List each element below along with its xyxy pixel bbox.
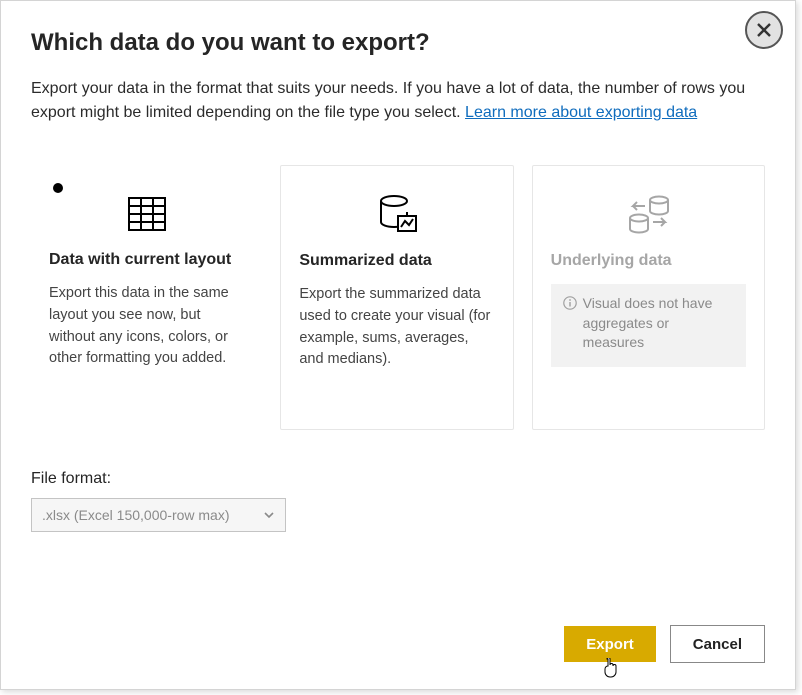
file-format-section: File format: .xlsx (Excel 150,000-row ma… — [31, 470, 765, 532]
db-chart-icon — [299, 186, 494, 244]
dialog-title: Which data do you want to export? — [31, 29, 765, 57]
card-title: Data with current layout — [49, 251, 244, 269]
info-icon — [563, 296, 577, 310]
card-title: Underlying data — [551, 252, 746, 270]
table-icon — [49, 185, 244, 243]
dialog-footer: Export Cancel — [564, 625, 765, 663]
file-format-select[interactable]: .xlsx (Excel 150,000-row max) — [31, 498, 286, 532]
chevron-down-icon — [263, 509, 275, 521]
file-format-value: .xlsx (Excel 150,000-row max) — [42, 507, 230, 523]
option-card-summarized[interactable]: Summarized data Export the summarized da… — [280, 165, 513, 430]
cancel-button[interactable]: Cancel — [670, 625, 765, 663]
dialog-description: Export your data in the format that suit… — [31, 77, 765, 125]
cancel-button-label: Cancel — [693, 636, 742, 653]
option-cards: Data with current layout Export this dat… — [31, 165, 765, 430]
card-body: Export this data in the same layout you … — [49, 283, 244, 370]
file-format-label: File format: — [31, 470, 765, 488]
export-data-dialog: Which data do you want to export? Export… — [0, 0, 796, 690]
export-button-label: Export — [586, 636, 634, 653]
close-icon — [756, 22, 772, 38]
close-button[interactable] — [745, 11, 783, 49]
option-card-current-layout[interactable]: Data with current layout Export this dat… — [31, 165, 262, 430]
option-card-underlying: Underlying data Visual does not have agg… — [532, 165, 765, 430]
info-text: Visual does not have aggregates or measu… — [583, 294, 734, 353]
card-body: Export the summarized data used to creat… — [299, 284, 494, 371]
db-swap-icon — [551, 186, 746, 244]
cursor-icon — [601, 658, 619, 678]
export-button[interactable]: Export — [564, 626, 656, 662]
card-title: Summarized data — [299, 252, 494, 270]
learn-more-link[interactable]: Learn more about exporting data — [465, 104, 697, 121]
selected-indicator — [53, 183, 63, 193]
disabled-info-box: Visual does not have aggregates or measu… — [551, 284, 746, 367]
